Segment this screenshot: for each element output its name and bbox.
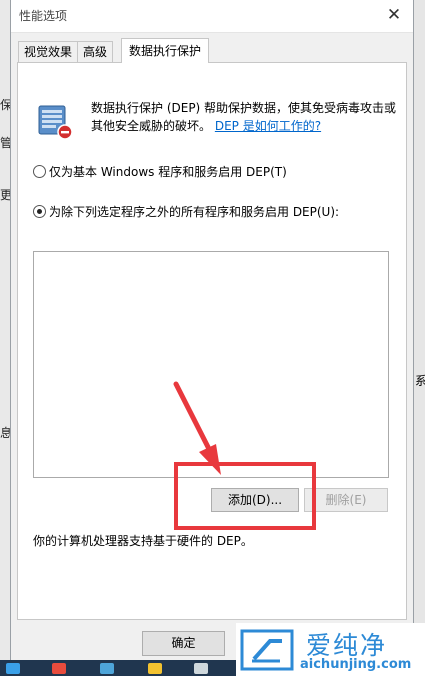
remove-button[interactable]: 删除(E) [304,488,388,512]
tab-visual-effects[interactable]: 视觉效果 [18,41,79,62]
taskbar-app-icon[interactable] [100,663,114,674]
dep-tab-panel: 数据执行保护 (DEP) 帮助保护数据，使其免受病毒攻击或其他安全威胁的破坏。 … [17,62,407,620]
close-button[interactable]: ✕ [381,3,407,27]
dep-help-link[interactable]: DEP 是如何工作的? [215,119,321,133]
dep-shield-icon [38,105,73,140]
tab-advanced[interactable]: 高级 [77,41,114,62]
dep-all-programs-option[interactable]: 为除下列选定程序之外的所有程序和服务启用 DEP(U): [33,203,339,220]
taskbar-app-icon[interactable] [52,663,66,674]
hardware-support-text: 你的计算机处理器支持基于硬件的 DEP。 [33,534,253,548]
taskbar-app-icon[interactable] [194,663,208,674]
title-bar[interactable]: 性能选项 ✕ [11,0,413,33]
performance-options-dialog: 性能选项 ✕ 视觉效果 高级 数据执行保护 数据执行保护 (DEP) 帮助保护数… [10,0,414,660]
dialog-title: 性能选项 [19,9,68,23]
option-label: 仅为基本 Windows 程序和服务启用 DEP(T) [49,165,287,179]
excluded-programs-list[interactable] [33,251,389,478]
background-text-fragment: 系 [415,374,425,388]
option-label: 为除下列选定程序之外的所有程序和服务启用 DEP(U): [49,205,340,219]
watermark-url: aichunjing.com [300,657,412,672]
dep-description: 数据执行保护 (DEP) 帮助保护数据，使其免受病毒攻击或其他安全威胁的破坏。 … [91,99,401,135]
watermark-logo-icon [240,629,294,671]
ok-button[interactable]: 确定 [142,631,225,656]
annotation-highlight-box [174,462,316,530]
taskbar-folder-icon[interactable] [148,663,162,674]
tab-data-execution-prevention[interactable]: 数据执行保护 [121,38,210,63]
radio-button-selected[interactable] [33,205,46,218]
radio-button-unselected[interactable] [33,165,46,178]
dep-essential-only-option[interactable]: 仅为基本 Windows 程序和服务启用 DEP(T) [33,163,287,180]
taskbar-app-icon[interactable] [6,663,20,674]
watermark: 爱纯净 aichunjing.com [236,623,425,676]
